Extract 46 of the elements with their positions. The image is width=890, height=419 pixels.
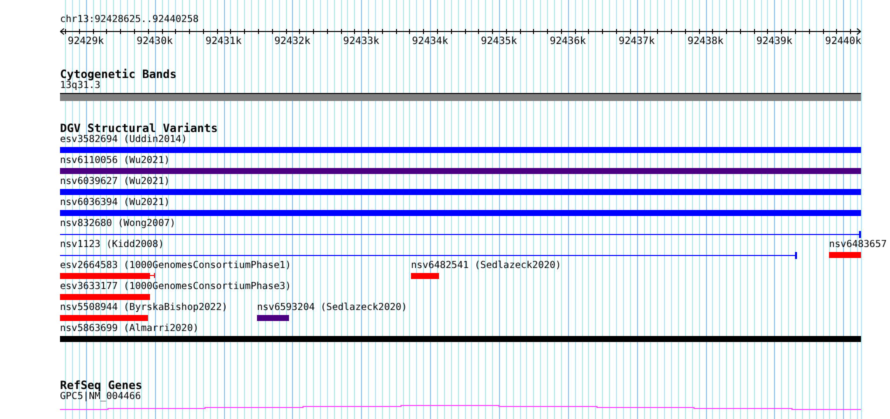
track-title: DGV Structural Variants	[60, 122, 219, 134]
tick-label: 92433k	[343, 36, 380, 48]
variant-line[interactable]	[60, 252, 797, 259]
tick-label: 92429k	[68, 36, 104, 48]
gene-label[interactable]: GPC5|NM_004466	[60, 391, 861, 403]
tick-label: 92432k	[274, 36, 310, 48]
tick-label: 92430k	[136, 36, 173, 48]
variant-bar[interactable]	[60, 168, 861, 174]
tick-label: 92436k	[550, 36, 586, 48]
tick-label: 92438k	[687, 36, 724, 48]
tick-label: 92434k	[412, 36, 448, 48]
variant-label[interactable]: nsv6482541 (Sedlazeck2020)	[411, 260, 562, 272]
tick-label: 92440k	[825, 36, 862, 48]
variant-bar[interactable]	[60, 210, 861, 216]
variant-line[interactable]	[60, 231, 861, 238]
variant-bar[interactable]	[60, 294, 150, 300]
tick-label: 92431k	[205, 36, 242, 48]
variant-end-tick	[154, 273, 155, 278]
variant-label[interactable]: esv3582694 (Uddin2014)	[60, 134, 188, 146]
variant-label[interactable]: nsv6483657	[829, 239, 887, 251]
variant-label[interactable]: nsv832680 (Wong2007)	[60, 218, 176, 230]
tick-label: 92437k	[618, 36, 655, 48]
gene-model-drawing[interactable]	[60, 405, 861, 410]
variant-label[interactable]: esv3633177 (1000GenomesConsortiumPhase3)	[60, 281, 292, 293]
band-label: 13q31.3	[60, 80, 100, 92]
variant-label[interactable]: nsv5508944 (ByrskaBishop2022)	[60, 302, 228, 314]
variant-label[interactable]: nsv6039627 (Wu2021)	[60, 176, 170, 188]
variant-bar[interactable]	[829, 252, 861, 258]
variant-label[interactable]: nsv6110056 (Wu2021)	[60, 155, 170, 167]
track-title: RefSeq Genes	[60, 379, 144, 391]
track-title: Cytogenetic Bands	[60, 68, 178, 80]
variant-label[interactable]: nsv1123 (Kidd2008)	[60, 239, 164, 251]
variant-bar[interactable]	[60, 273, 150, 279]
variant-bar[interactable]	[60, 189, 861, 195]
tick-label: 92435k	[480, 36, 518, 48]
variant-label[interactable]: esv2664583 (1000GenomesConsortiumPhase1)	[60, 260, 292, 272]
variant-label[interactable]: nsv6593204 (Sedlazeck2020)	[257, 302, 408, 314]
tick-label: 92439k	[756, 36, 792, 48]
region-label: chr13:92428625..92440258	[60, 13, 200, 26]
variant-bar[interactable]	[60, 315, 148, 321]
variant-bar[interactable]	[411, 273, 439, 279]
variant-bar[interactable]	[257, 315, 289, 321]
variant-bar[interactable]	[60, 336, 861, 342]
variant-label[interactable]: nsv5863699 (Almarri2020)	[60, 323, 199, 335]
variant-bar[interactable]	[60, 147, 861, 153]
variant-label[interactable]: nsv6036394 (Wu2021)	[60, 197, 170, 209]
